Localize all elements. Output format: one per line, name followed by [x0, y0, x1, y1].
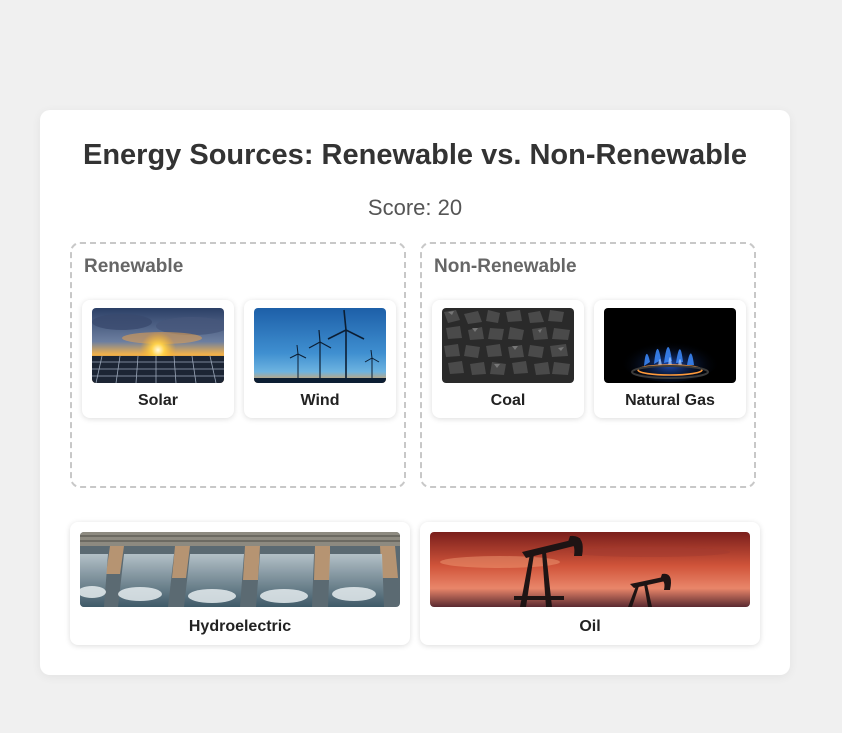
renewable-zone-title: Renewable	[84, 256, 184, 277]
energy-card-hydroelectric[interactable]: Hydroelectric	[70, 522, 410, 645]
energy-card-label: Natural Gas	[625, 392, 715, 409]
game-panel: Energy Sources: Renewable vs. Non-Renewa…	[40, 110, 790, 675]
coal-pile-image	[442, 308, 574, 383]
renewable-drop-zone[interactable]: Renewable Solar Wind	[70, 242, 406, 488]
energy-card-label: Wind	[300, 392, 340, 409]
energy-card-solar[interactable]: Solar	[82, 300, 234, 418]
energy-card-label: Solar	[137, 392, 178, 409]
oil-pumpjack-image	[430, 532, 750, 607]
energy-card-wind[interactable]: Wind	[244, 300, 396, 418]
energy-card-label: Coal	[490, 392, 526, 409]
non-renewable-drop-zone[interactable]: Non-Renewable Coal Natural Gas	[420, 242, 756, 488]
page-title: Energy Sources: Renewable vs. Non-Renewa…	[83, 139, 747, 171]
energy-card-oil[interactable]: Oil	[420, 522, 760, 645]
gas-flame-image	[604, 308, 736, 383]
energy-card-natural-gas[interactable]: Natural Gas	[594, 300, 746, 418]
score-display: Score: 20	[367, 195, 463, 220]
energy-card-label: Oil	[579, 618, 601, 635]
wind-turbines-image	[254, 308, 386, 383]
dam-spillway-image	[80, 532, 400, 607]
energy-card-label: Hydroelectric	[188, 618, 292, 635]
solar-panels-sunset-image	[92, 308, 224, 383]
non-renewable-zone-title: Non-Renewable	[434, 256, 577, 277]
energy-card-coal[interactable]: Coal	[432, 300, 584, 418]
